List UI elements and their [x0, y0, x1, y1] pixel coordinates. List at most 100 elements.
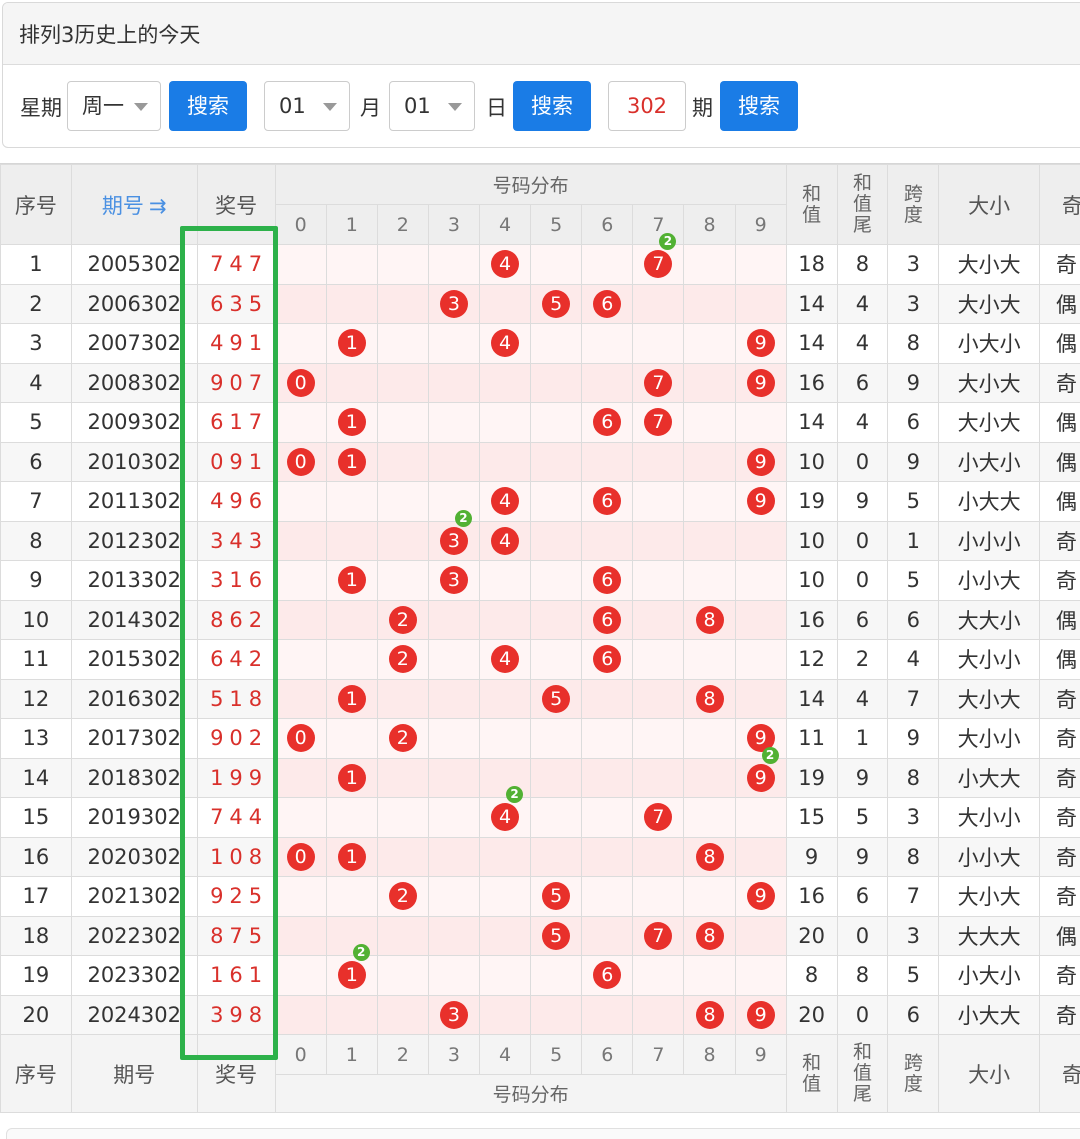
row-sum: 20 — [785, 994, 838, 1035]
digit-ball: 2 — [388, 645, 417, 674]
header-issue[interactable]: 期号 ⇉ — [70, 164, 198, 245]
row-parity: 奇 — [1038, 757, 1080, 798]
table-row: 11 2015302 642 2 4 6 12 2 4 大小小偶 — [0, 639, 1080, 680]
digit-ball: 4 — [491, 487, 520, 516]
distribution-cell-4: 4 — [479, 481, 532, 522]
row-prize: 907 — [196, 362, 276, 403]
weekday-label: 星期 — [20, 96, 62, 120]
distribution-cell-3 — [427, 915, 481, 956]
row-parity: 奇 — [1038, 718, 1080, 759]
distribution-cell-6 — [581, 244, 634, 285]
row-prize: 925 — [196, 876, 276, 917]
distribution-cell-5: 5 — [530, 876, 583, 917]
row-sum-tail: 5 — [836, 797, 889, 838]
results-table-wrapper[interactable]: 序号 期号 ⇉ 奖号 号码分布 和值 和值尾 跨度 大小 奇 012345678… — [0, 163, 1080, 1115]
row-sum: 14 — [785, 402, 838, 443]
distribution-cell-9 — [734, 836, 787, 877]
table-row: 12 2016302 518 1 5 8 14 4 7 大小大奇 — [0, 678, 1080, 719]
footer-issue: 期号 — [70, 1034, 198, 1113]
distribution-cell-8 — [683, 639, 736, 680]
distribution-cell-0 — [274, 244, 327, 285]
row-seq: 16 — [0, 836, 72, 877]
digit-ball: 6 — [593, 487, 622, 516]
distribution-cell-0 — [274, 639, 327, 680]
row-span: 3 — [887, 797, 940, 838]
distribution-cell-6: 6 — [581, 599, 634, 640]
digit-ball: 3 — [439, 289, 468, 318]
row-size: 大小大 — [938, 402, 1040, 443]
distribution-cell-0: 0 — [274, 441, 327, 482]
row-sum-tail: 0 — [836, 994, 889, 1035]
footer-span: 跨度 — [887, 1034, 940, 1113]
digit-ball: 6 — [593, 645, 622, 674]
table-row: 13 2017302 902 0 2 9 11 1 9 大小小奇 — [0, 718, 1080, 759]
row-issue: 2022302 — [70, 915, 198, 956]
distribution-cell-6: 6 — [581, 639, 634, 680]
row-seq: 3 — [0, 323, 72, 364]
distribution-cell-8 — [683, 244, 736, 285]
issue-input[interactable]: 302 — [608, 81, 686, 131]
row-prize: 875 — [196, 915, 276, 956]
distribution-cell-9 — [734, 520, 787, 561]
distribution-cell-8: 8 — [683, 994, 736, 1035]
row-issue: 2020302 — [70, 836, 198, 877]
distribution-cell-2: 2 — [376, 599, 429, 640]
row-prize: 642 — [196, 639, 276, 680]
day-select[interactable]: 01 — [389, 81, 475, 131]
row-sum: 15 — [785, 797, 838, 838]
distribution-cell-0 — [274, 481, 327, 522]
weekday-search-button[interactable]: 搜索 — [169, 81, 247, 131]
distribution-cell-5 — [530, 599, 583, 640]
month-select[interactable]: 01 — [264, 81, 350, 131]
digit-ball: 1 — [337, 329, 366, 358]
distribution-cell-1 — [325, 797, 378, 838]
distribution-cell-2 — [376, 797, 429, 838]
table-row: 6 2010302 091 0 1 9 10 0 9 小大小偶 — [0, 441, 1080, 482]
distribution-cell-1: 1 — [325, 678, 378, 719]
distribution-cell-3 — [427, 678, 481, 719]
footer-digit-5: 5 — [530, 1034, 583, 1075]
distribution-cell-3 — [427, 244, 481, 285]
row-span: 3 — [887, 244, 940, 285]
row-prize: 316 — [196, 560, 276, 601]
row-sum-tail: 9 — [836, 481, 889, 522]
distribution-cell-6: 6 — [581, 402, 634, 443]
distribution-cell-2 — [376, 915, 429, 956]
row-seq: 6 — [0, 441, 72, 482]
sort-icon[interactable]: ⇉ — [149, 194, 167, 218]
distribution-cell-4 — [479, 757, 532, 798]
distribution-cell-8 — [683, 797, 736, 838]
issue-search-button[interactable]: 搜索 — [720, 81, 798, 131]
table-row: 9 2013302 316 1 3 6 10 0 5 小小大奇 — [0, 560, 1080, 601]
distribution-cell-2 — [376, 955, 429, 996]
row-span: 9 — [887, 441, 940, 482]
digit-ball: 42 — [491, 786, 524, 832]
weekday-select[interactable]: 周一 — [67, 81, 161, 131]
distribution-cell-7 — [632, 678, 685, 719]
row-issue: 2009302 — [70, 402, 198, 443]
row-seq: 5 — [0, 402, 72, 443]
distribution-cell-1 — [325, 481, 378, 522]
row-sum-tail: 8 — [836, 955, 889, 996]
chevron-down-icon — [323, 103, 337, 111]
row-parity: 偶 — [1038, 639, 1080, 680]
row-seq: 20 — [0, 994, 72, 1035]
row-sum: 16 — [785, 362, 838, 403]
distribution-cell-3 — [427, 599, 481, 640]
distribution-cell-4 — [479, 362, 532, 403]
row-span: 9 — [887, 362, 940, 403]
date-search-button[interactable]: 搜索 — [513, 81, 591, 131]
row-seq: 7 — [0, 481, 72, 522]
footer-span-label: 跨度 — [903, 1051, 923, 1095]
distribution-cell-9: 9 — [734, 323, 787, 364]
row-seq: 12 — [0, 678, 72, 719]
table-row: 3 2007302 491 1 4 9 14 4 8 小大小偶 — [0, 323, 1080, 364]
row-sum: 20 — [785, 915, 838, 956]
distribution-cell-8 — [683, 323, 736, 364]
row-size: 大大大 — [938, 915, 1040, 956]
table-row: 5 2009302 617 1 6 7 14 4 6 大小大偶 — [0, 402, 1080, 443]
row-sum-tail: 4 — [836, 678, 889, 719]
row-seq: 11 — [0, 639, 72, 680]
month-value: 01 — [279, 94, 306, 118]
distribution-cell-0 — [274, 283, 327, 324]
